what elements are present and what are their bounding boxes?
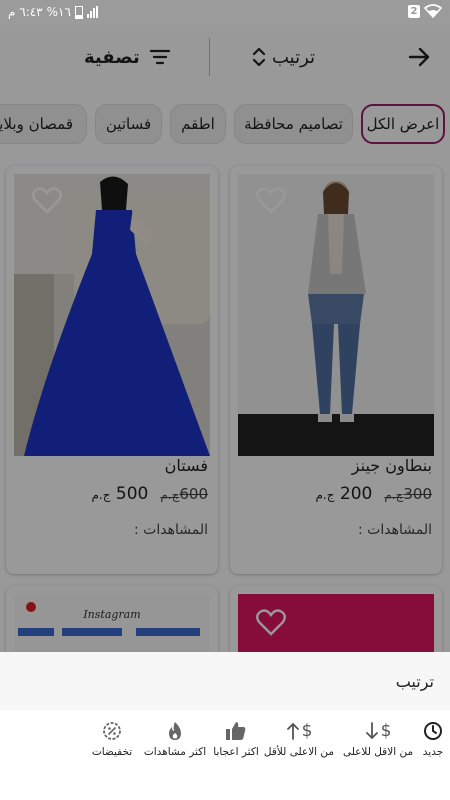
sort-option-label: من الاقل للاعلى [342,746,414,758]
sort-option-most-liked[interactable]: اكثر اعجابا [208,720,264,758]
sim-icon: 2 [408,4,420,18]
wifi-icon [424,4,442,18]
status-left: ٦:٤٣ م %١٦ [8,5,98,19]
sheet-header: ترتيب [0,652,450,710]
status-time: ٦:٤٣ م [8,5,43,19]
fire-icon [167,720,183,742]
discount-badge-icon [102,720,122,742]
sort-option-label: اكثر مشاهدات [143,746,207,758]
sort-option-label: تخفيضات [91,746,133,758]
signal-icon [86,6,98,18]
clock-icon [423,720,443,742]
arrow-up-dollar-icon: $ [286,720,312,742]
modal-scrim[interactable] [0,26,450,652]
sort-option-price-asc[interactable]: $ من الاقل للاعلى [342,720,414,758]
battery-icon [74,5,83,19]
sheet-title: ترتيب [395,672,434,691]
thumbs-up-icon [225,720,247,742]
sort-option-label: اكثر اعجابا [213,746,259,758]
battery-percent: %١٦ [46,5,71,19]
sort-bottom-sheet: ترتيب جديد $ من الاقل للاعلى $ من الاعلى… [0,652,450,800]
status-right: 2 [408,4,442,18]
sort-option-label: من الاعلى للأقل [263,746,335,758]
sort-option-new[interactable]: جديد [419,720,447,758]
sort-option-label: جديد [422,746,444,758]
sort-option-discounts[interactable]: تخفيضات [88,720,136,758]
sort-option-price-desc[interactable]: $ من الاعلى للأقل [262,720,336,758]
status-bar: ٦:٤٣ م %١٦ 2 [0,0,450,26]
sort-option-most-viewed[interactable]: اكثر مشاهدات [143,720,207,758]
arrow-down-dollar-icon: $ [365,720,391,742]
